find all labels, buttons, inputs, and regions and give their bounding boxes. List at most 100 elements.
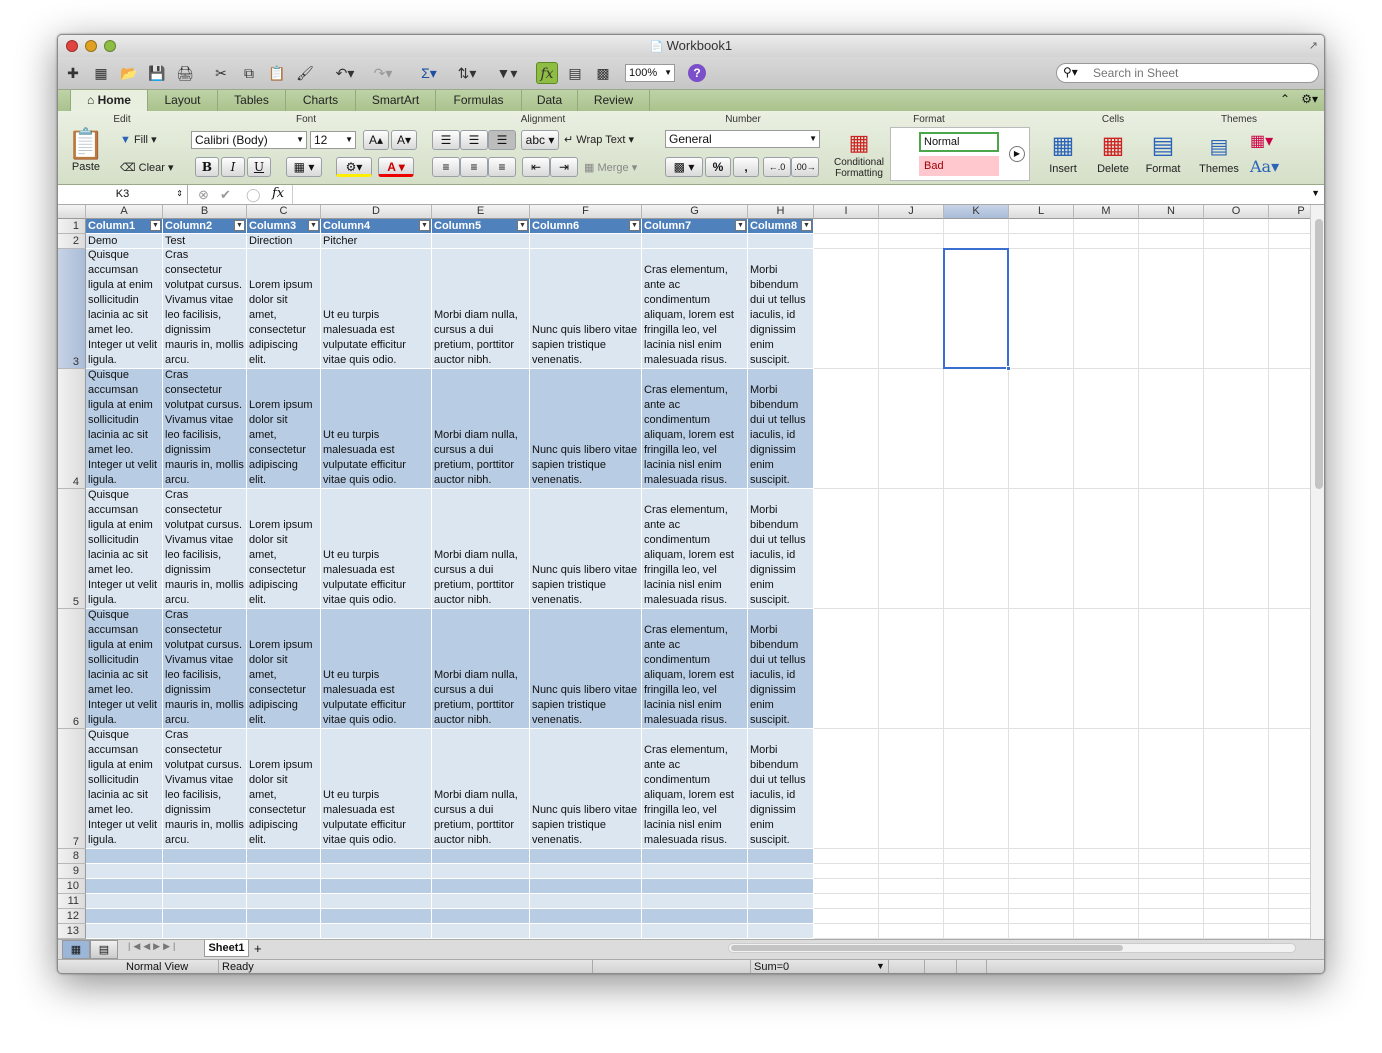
table-cell[interactable]: Quisque accumsan ligula at enim sollicit… xyxy=(86,249,163,369)
column-header[interactable]: N xyxy=(1139,205,1204,219)
increase-decimal-icon[interactable]: ←.0 xyxy=(763,157,791,177)
cell[interactable] xyxy=(814,894,879,909)
table-cell[interactable]: Column6 ▼ xyxy=(530,219,642,234)
table-cell[interactable]: Column4 ▼ xyxy=(321,219,432,234)
table-cell[interactable] xyxy=(321,924,432,939)
italic-button[interactable]: I xyxy=(221,157,245,177)
cell[interactable] xyxy=(879,924,944,939)
cell[interactable] xyxy=(1009,369,1074,489)
cell[interactable] xyxy=(1139,879,1204,894)
table-cell[interactable] xyxy=(748,894,814,909)
table-cell[interactable]: Nunc quis libero vitae sapien tristique … xyxy=(530,489,642,609)
status-sum[interactable]: Sum=0 xyxy=(754,961,789,973)
cell[interactable] xyxy=(814,234,879,249)
paste-icon[interactable]: 📋 xyxy=(266,62,288,84)
cell[interactable] xyxy=(879,729,944,849)
filter-dropdown-icon[interactable]: ▼ xyxy=(234,220,245,231)
cell[interactable] xyxy=(1139,369,1204,489)
cell[interactable] xyxy=(944,879,1009,894)
cell[interactable] xyxy=(1269,219,1310,234)
row-header[interactable]: 4 xyxy=(58,369,86,489)
filter-dropdown-icon[interactable]: ▼ xyxy=(801,220,812,231)
normal-view-button[interactable]: ▦ xyxy=(62,940,90,959)
table-cell[interactable] xyxy=(247,879,321,894)
cell[interactable] xyxy=(1269,489,1310,609)
search-input[interactable] xyxy=(1093,64,1293,82)
table-cell[interactable] xyxy=(748,924,814,939)
column-header[interactable]: C xyxy=(247,205,321,219)
table-cell[interactable]: Morbi bibendum dui ut tellus iaculis, id… xyxy=(748,489,814,609)
table-cell[interactable]: Cras elementum, ante ac condimentum aliq… xyxy=(642,369,748,489)
table-cell[interactable]: Nunc quis libero vitae sapien tristique … xyxy=(530,729,642,849)
row-header[interactable]: 8 xyxy=(58,849,86,864)
table-cell[interactable]: Column8 ▼ xyxy=(748,219,814,234)
cell[interactable] xyxy=(879,849,944,864)
cell[interactable] xyxy=(1204,729,1269,849)
table-cell[interactable]: Morbi bibendum dui ut tellus iaculis, id… xyxy=(748,369,814,489)
cell[interactable] xyxy=(814,369,879,489)
table-cell[interactable]: Lorem ipsum dolor sit amet, consectetur … xyxy=(247,369,321,489)
cell[interactable] xyxy=(944,894,1009,909)
cell[interactable] xyxy=(1009,249,1074,369)
cell[interactable] xyxy=(944,864,1009,879)
fill-button[interactable]: ▼ Fill ▾ xyxy=(120,133,157,146)
formula-builder-icon[interactable]: fx xyxy=(536,62,558,84)
cell[interactable] xyxy=(944,609,1009,729)
table-cell[interactable]: Morbi diam nulla, cursus a dui pretium, … xyxy=(432,729,530,849)
table-cell[interactable] xyxy=(530,849,642,864)
tab-layout[interactable]: Layout xyxy=(148,90,218,112)
table-cell[interactable]: Cras elementum, ante ac condimentum aliq… xyxy=(642,609,748,729)
tab-home[interactable]: ⌂ Home xyxy=(70,90,148,112)
tab-tables[interactable]: Tables xyxy=(218,90,286,112)
save-icon[interactable]: 💾 xyxy=(146,62,168,84)
table-cell[interactable] xyxy=(432,894,530,909)
cell[interactable] xyxy=(1269,249,1310,369)
table-cell[interactable] xyxy=(748,849,814,864)
table-cell[interactable] xyxy=(432,924,530,939)
table-cell[interactable] xyxy=(530,894,642,909)
table-cell[interactable] xyxy=(530,924,642,939)
format-painter-icon[interactable]: 🖌 xyxy=(294,62,316,84)
cell[interactable] xyxy=(814,489,879,609)
table-cell[interactable]: Column2 ▼ xyxy=(163,219,247,234)
table-cell[interactable] xyxy=(432,849,530,864)
table-cell[interactable] xyxy=(642,849,748,864)
fullscreen-icon[interactable]: ↗ xyxy=(1309,39,1318,52)
cell[interactable] xyxy=(879,249,944,369)
cell[interactable] xyxy=(1009,864,1074,879)
table-cell[interactable]: Column5 ▼ xyxy=(432,219,530,234)
formula-input[interactable] xyxy=(292,185,1292,204)
column-header[interactable]: H xyxy=(748,205,814,219)
table-cell[interactable] xyxy=(247,864,321,879)
row-header[interactable]: 5 xyxy=(58,489,86,609)
table-cell[interactable]: Demo xyxy=(86,234,163,249)
column-header[interactable]: K xyxy=(944,205,1009,219)
column-header[interactable]: M xyxy=(1074,205,1139,219)
table-cell[interactable] xyxy=(530,864,642,879)
cell[interactable] xyxy=(1139,849,1204,864)
row-header[interactable]: 11 xyxy=(58,894,86,909)
table-cell[interactable]: Column7 ▼ xyxy=(642,219,748,234)
cell[interactable] xyxy=(1269,729,1310,849)
table-cell[interactable]: Quisque accumsan ligula at enim sollicit… xyxy=(86,729,163,849)
cell[interactable] xyxy=(1009,234,1074,249)
table-cell[interactable] xyxy=(432,879,530,894)
cell[interactable] xyxy=(1269,234,1310,249)
search-field[interactable]: ⚲▾ xyxy=(1056,63,1319,83)
cell[interactable] xyxy=(1074,729,1139,849)
table-cell[interactable]: Morbi diam nulla, cursus a dui pretium, … xyxy=(432,369,530,489)
themes-button[interactable]: ▤ Themes xyxy=(1196,129,1242,175)
format-cells-button[interactable]: ▤ Format xyxy=(1142,129,1184,175)
cell[interactable] xyxy=(1204,864,1269,879)
cell[interactable] xyxy=(1204,849,1269,864)
cell[interactable] xyxy=(879,909,944,924)
table-cell[interactable] xyxy=(163,909,247,924)
cell[interactable] xyxy=(879,489,944,609)
row-header[interactable]: 7 xyxy=(58,729,86,849)
table-cell[interactable]: Column3 ▼ xyxy=(247,219,321,234)
table-cell[interactable] xyxy=(321,849,432,864)
cell[interactable] xyxy=(1269,864,1310,879)
cell[interactable] xyxy=(1009,609,1074,729)
cell[interactable] xyxy=(1204,489,1269,609)
cell[interactable] xyxy=(1139,924,1204,939)
